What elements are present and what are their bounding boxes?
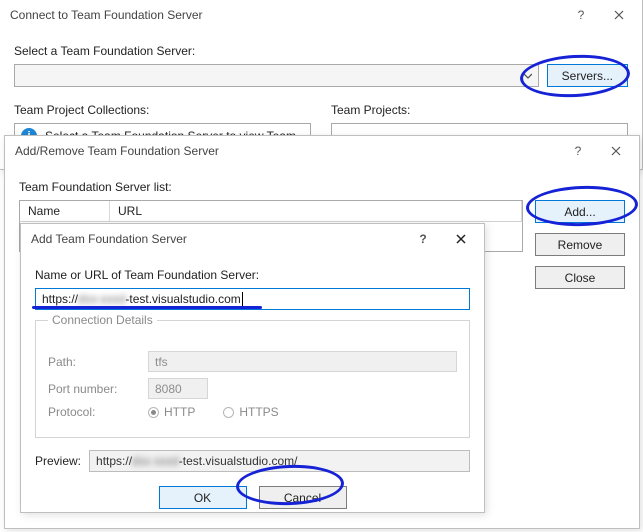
- preview-box: https://dxx xxxd-test.visualstudio.com/: [89, 450, 470, 472]
- col-url[interactable]: URL: [110, 201, 522, 221]
- add-tfs-dialog: Add Team Foundation Server ? Name or URL…: [20, 223, 485, 513]
- projects-label: Team Projects:: [331, 103, 628, 117]
- protocol-http-radio: HTTP: [148, 405, 195, 419]
- name-url-label: Name or URL of Team Foundation Server:: [35, 268, 470, 282]
- add-button[interactable]: Add...: [535, 200, 625, 223]
- radio-icon: [148, 407, 159, 418]
- help-icon[interactable]: ?: [559, 136, 597, 166]
- help-icon[interactable]: ?: [404, 224, 442, 254]
- close-icon[interactable]: [442, 224, 480, 254]
- text-caret: [242, 292, 243, 306]
- addtfs-title: Add Team Foundation Server: [31, 232, 404, 246]
- radio-icon: [223, 407, 234, 418]
- close-icon[interactable]: [600, 0, 638, 30]
- addremove-title: Add/Remove Team Foundation Server: [15, 144, 559, 158]
- port-label: Port number:: [48, 382, 138, 396]
- close-button[interactable]: Close: [535, 266, 625, 289]
- preview-label: Preview:: [35, 454, 81, 468]
- collections-label: Team Project Collections:: [14, 103, 311, 117]
- server-url-input[interactable]: https://dxx-xxxd-test.visualstudio.com: [35, 288, 470, 310]
- close-icon[interactable]: [597, 136, 635, 166]
- server-table-header: Name URL: [19, 200, 523, 222]
- server-list-label: Team Foundation Server list:: [19, 180, 625, 194]
- path-input: tfs: [148, 351, 457, 372]
- protocol-https-radio: HTTPS: [223, 405, 278, 419]
- chevron-down-icon: [524, 72, 532, 80]
- remove-button[interactable]: Remove: [535, 233, 625, 256]
- connection-details-group: Connection Details Path: tfs Port number…: [35, 320, 470, 438]
- path-label: Path:: [48, 355, 138, 369]
- servers-button[interactable]: Servers...: [547, 64, 628, 87]
- cancel-button[interactable]: Cancel: [259, 486, 347, 509]
- ok-button[interactable]: OK: [159, 486, 247, 509]
- server-dropdown[interactable]: [14, 64, 539, 87]
- port-input: 8080: [148, 378, 208, 399]
- help-icon[interactable]: ?: [562, 0, 600, 30]
- connect-title: Connect to Team Foundation Server: [10, 8, 562, 22]
- col-name[interactable]: Name: [20, 201, 110, 221]
- select-server-label: Select a Team Foundation Server:: [14, 44, 628, 58]
- connect-titlebar: Connect to Team Foundation Server ?: [0, 0, 642, 30]
- protocol-label: Protocol:: [48, 405, 138, 419]
- connection-details-legend: Connection Details: [48, 313, 157, 327]
- addremove-titlebar: Add/Remove Team Foundation Server ?: [5, 136, 639, 166]
- addtfs-titlebar: Add Team Foundation Server ?: [21, 224, 484, 254]
